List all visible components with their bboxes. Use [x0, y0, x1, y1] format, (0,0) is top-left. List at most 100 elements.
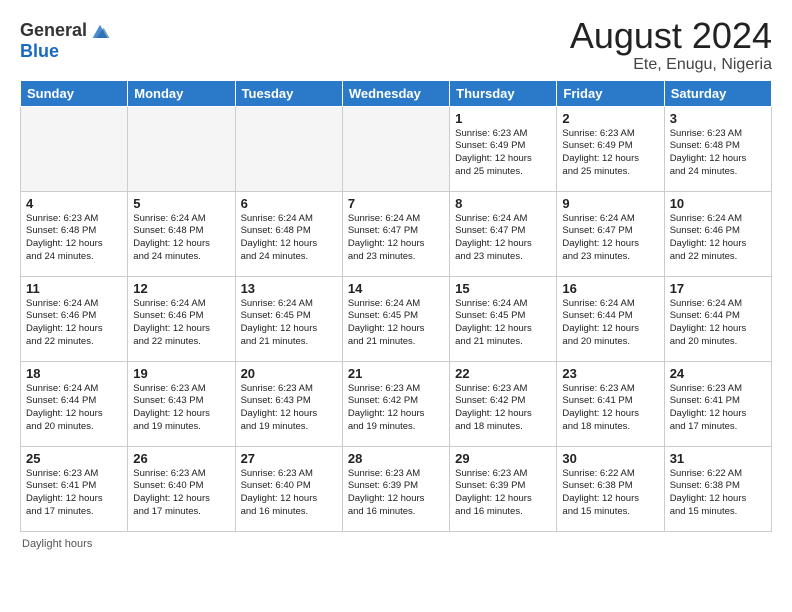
calendar-week-3: 11Sunrise: 6:24 AMSunset: 6:46 PMDayligh… — [21, 276, 772, 361]
calendar-cell — [342, 106, 449, 191]
day-info: Sunrise: 6:23 AMSunset: 6:41 PMDaylight:… — [26, 468, 122, 519]
calendar-cell: 2Sunrise: 6:23 AMSunset: 6:49 PMDaylight… — [557, 106, 664, 191]
day-number: 22 — [455, 366, 551, 381]
calendar-cell: 14 Sunrise: 6:24 AMSunset: 6:45 PMDayligh… — [342, 276, 449, 361]
day-number: 15 — [455, 281, 551, 296]
day-info: Sunrise: 6:23 AMSunset: 6:42 PMDaylight:… — [348, 383, 444, 434]
day-info: Sunrise: 6:24 AMSunset: 6:47 PMDaylight:… — [562, 213, 658, 264]
calendar-cell: 26 Sunrise: 6:23 AMSunset: 6:40 PMDayligh… — [128, 446, 235, 531]
header: General Blue August 2024 Ete, Enugu, Nig… — [20, 16, 772, 74]
day-number: 19 — [133, 366, 229, 381]
calendar-cell: 7 Sunrise: 6:24 AMSunset: 6:47 PMDaylight… — [342, 191, 449, 276]
day-info: Sunrise: 6:23 AMSunset: 6:41 PMDaylight:… — [562, 383, 658, 434]
calendar-cell: 16 Sunrise: 6:24 AMSunset: 6:44 PMDayligh… — [557, 276, 664, 361]
day-info: Sunrise: 6:24 AMSunset: 6:44 PMDaylight:… — [26, 383, 122, 434]
day-info: Sunrise: 6:23 AMSunset: 6:49 PMDaylight:… — [455, 128, 551, 179]
day-number: 8 — [455, 196, 551, 211]
footer: Daylight hours — [20, 538, 772, 550]
calendar-cell: 6 Sunrise: 6:24 AMSunset: 6:48 PMDaylight… — [235, 191, 342, 276]
day-number: 12 — [133, 281, 229, 296]
calendar-week-4: 18Sunrise: 6:24 AMSunset: 6:44 PMDayligh… — [21, 361, 772, 446]
day-info: Sunrise: 6:23 AMSunset: 6:42 PMDaylight:… — [455, 383, 551, 434]
day-info: Sunrise: 6:23 AMSunset: 6:39 PMDaylight:… — [348, 468, 444, 519]
calendar-cell: 24 Sunrise: 6:23 AMSunset: 6:41 PMDayligh… — [664, 361, 771, 446]
calendar-cell: 13Sunrise: 6:24 AMSunset: 6:45 PMDayligh… — [235, 276, 342, 361]
logo: General Blue — [20, 20, 111, 62]
calendar-cell: 25Sunrise: 6:23 AMSunset: 6:41 PMDayligh… — [21, 446, 128, 531]
day-info: Sunrise: 6:24 AMSunset: 6:44 PMDaylight:… — [670, 298, 766, 349]
day-info: Sunrise: 6:24 AMSunset: 6:46 PMDaylight:… — [133, 298, 229, 349]
calendar-cell: 30Sunrise: 6:22 AMSunset: 6:38 PMDayligh… — [557, 446, 664, 531]
daylight-label: Daylight hours — [22, 538, 92, 550]
calendar-cell: 4Sunrise: 6:23 AMSunset: 6:48 PMDaylight… — [21, 191, 128, 276]
day-number: 24 — [670, 366, 766, 381]
calendar-cell: 28 Sunrise: 6:23 AMSunset: 6:39 PMDayligh… — [342, 446, 449, 531]
day-info: Sunrise: 6:23 AMSunset: 6:43 PMDaylight:… — [241, 383, 337, 434]
day-info: Sunrise: 6:23 AMSunset: 6:49 PMDaylight:… — [562, 128, 658, 179]
day-info: Sunrise: 6:24 AMSunset: 6:47 PMDaylight:… — [348, 213, 444, 264]
day-info: Sunrise: 6:23 AMSunset: 6:48 PMDaylight:… — [26, 213, 122, 264]
logo-blue-text: Blue — [20, 41, 59, 61]
weekday-header-sunday: Sunday — [21, 80, 128, 106]
weekday-header-monday: Monday — [128, 80, 235, 106]
month-title: August 2024 — [570, 16, 772, 56]
day-number: 6 — [241, 196, 337, 211]
day-info: Sunrise: 6:23 AMSunset: 6:39 PMDaylight:… — [455, 468, 551, 519]
day-number: 27 — [241, 451, 337, 466]
calendar-cell: 1 Sunrise: 6:23 AMSunset: 6:49 PMDaylight… — [450, 106, 557, 191]
day-number: 3 — [670, 111, 766, 126]
calendar-cell: 15Sunrise: 6:24 AMSunset: 6:45 PMDayligh… — [450, 276, 557, 361]
day-info: Sunrise: 6:24 AMSunset: 6:46 PMDaylight:… — [670, 213, 766, 264]
calendar-cell: 18Sunrise: 6:24 AMSunset: 6:44 PMDayligh… — [21, 361, 128, 446]
calendar-week-5: 25Sunrise: 6:23 AMSunset: 6:41 PMDayligh… — [21, 446, 772, 531]
calendar-week-1: 1 Sunrise: 6:23 AMSunset: 6:49 PMDaylight… — [21, 106, 772, 191]
calendar-cell: 23Sunrise: 6:23 AMSunset: 6:41 PMDayligh… — [557, 361, 664, 446]
day-info: Sunrise: 6:24 AMSunset: 6:45 PMDaylight:… — [348, 298, 444, 349]
calendar-cell: 17Sunrise: 6:24 AMSunset: 6:44 PMDayligh… — [664, 276, 771, 361]
calendar-cell: 8Sunrise: 6:24 AMSunset: 6:47 PMDaylight… — [450, 191, 557, 276]
day-number: 20 — [241, 366, 337, 381]
calendar-cell: 5 Sunrise: 6:24 AMSunset: 6:48 PMDaylight… — [128, 191, 235, 276]
day-info: Sunrise: 6:23 AMSunset: 6:43 PMDaylight:… — [133, 383, 229, 434]
day-number: 26 — [133, 451, 229, 466]
calendar-cell: 29 Sunrise: 6:23 AMSunset: 6:39 PMDayligh… — [450, 446, 557, 531]
calendar-cell: 20 Sunrise: 6:23 AMSunset: 6:43 PMDayligh… — [235, 361, 342, 446]
title-block: August 2024 Ete, Enugu, Nigeria — [570, 16, 772, 74]
logo-general-text: General — [20, 21, 87, 41]
calendar-cell: 31Sunrise: 6:22 AMSunset: 6:38 PMDayligh… — [664, 446, 771, 531]
calendar-week-2: 4Sunrise: 6:23 AMSunset: 6:48 PMDaylight… — [21, 191, 772, 276]
day-number: 14 — [348, 281, 444, 296]
calendar-cell — [21, 106, 128, 191]
calendar-cell: 3Sunrise: 6:23 AMSunset: 6:48 PMDaylight… — [664, 106, 771, 191]
day-number: 29 — [455, 451, 551, 466]
calendar-cell: 10Sunrise: 6:24 AMSunset: 6:46 PMDayligh… — [664, 191, 771, 276]
weekday-header-saturday: Saturday — [664, 80, 771, 106]
calendar-cell: 9Sunrise: 6:24 AMSunset: 6:47 PMDaylight… — [557, 191, 664, 276]
calendar-cell: 11Sunrise: 6:24 AMSunset: 6:46 PMDayligh… — [21, 276, 128, 361]
day-info: Sunrise: 6:23 AMSunset: 6:41 PMDaylight:… — [670, 383, 766, 434]
day-info: Sunrise: 6:23 AMSunset: 6:40 PMDaylight:… — [133, 468, 229, 519]
day-number: 16 — [562, 281, 658, 296]
calendar-cell: 21 Sunrise: 6:23 AMSunset: 6:42 PMDayligh… — [342, 361, 449, 446]
day-number: 5 — [133, 196, 229, 211]
calendar-cell: 27Sunrise: 6:23 AMSunset: 6:40 PMDayligh… — [235, 446, 342, 531]
calendar-table: SundayMondayTuesdayWednesdayThursdayFrid… — [20, 80, 772, 532]
day-info: Sunrise: 6:24 AMSunset: 6:48 PMDaylight:… — [241, 213, 337, 264]
calendar-cell — [235, 106, 342, 191]
day-info: Sunrise: 6:24 AMSunset: 6:44 PMDaylight:… — [562, 298, 658, 349]
day-info: Sunrise: 6:24 AMSunset: 6:46 PMDaylight:… — [26, 298, 122, 349]
day-number: 7 — [348, 196, 444, 211]
weekday-header-tuesday: Tuesday — [235, 80, 342, 106]
day-info: Sunrise: 6:24 AMSunset: 6:48 PMDaylight:… — [133, 213, 229, 264]
day-number: 21 — [348, 366, 444, 381]
day-info: Sunrise: 6:24 AMSunset: 6:45 PMDaylight:… — [241, 298, 337, 349]
day-number: 1 — [455, 111, 551, 126]
day-number: 28 — [348, 451, 444, 466]
calendar-cell: 22 Sunrise: 6:23 AMSunset: 6:42 PMDayligh… — [450, 361, 557, 446]
day-info: Sunrise: 6:22 AMSunset: 6:38 PMDaylight:… — [562, 468, 658, 519]
calendar-cell: 19 Sunrise: 6:23 AMSunset: 6:43 PMDayligh… — [128, 361, 235, 446]
logo-icon — [89, 20, 111, 42]
weekday-header-thursday: Thursday — [450, 80, 557, 106]
day-number: 31 — [670, 451, 766, 466]
calendar-cell: 12 Sunrise: 6:24 AMSunset: 6:46 PMDayligh… — [128, 276, 235, 361]
